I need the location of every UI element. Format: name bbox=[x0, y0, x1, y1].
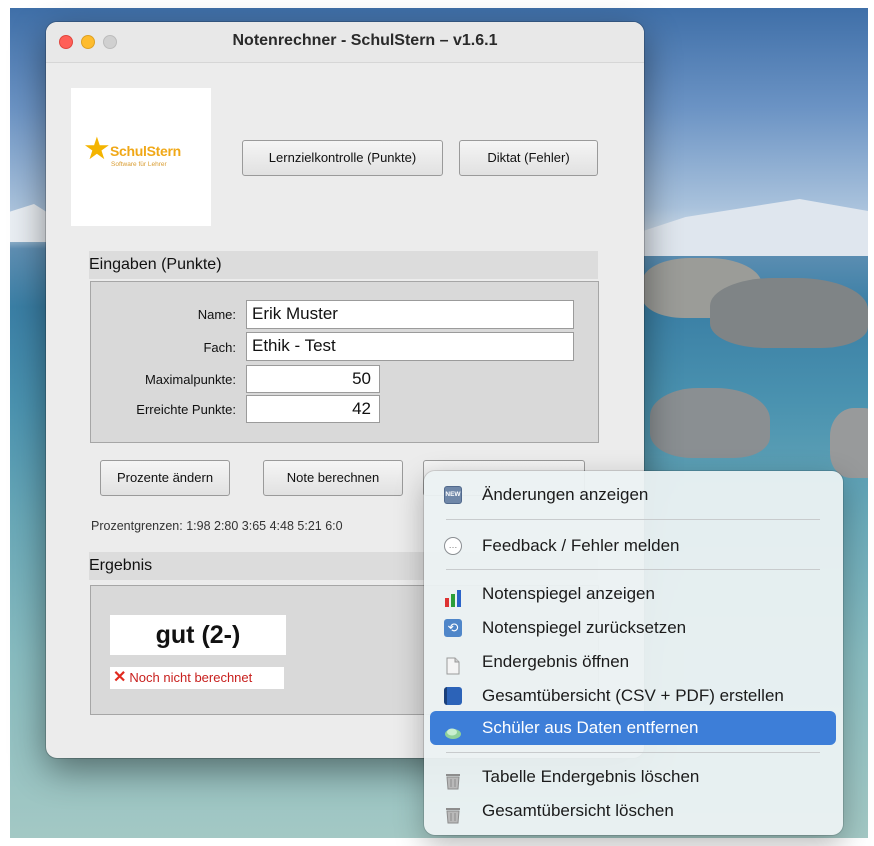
menu-item-schueler-entfernen[interactable]: Schüler aus Daten entfernen bbox=[430, 711, 836, 745]
menu-item-tabelle-loeschen[interactable]: Tabelle Endergebnis löschen bbox=[430, 760, 836, 794]
speech-bubble-icon: … bbox=[444, 537, 462, 555]
snow-mountain-right bbox=[640, 199, 868, 256]
eraser-icon bbox=[444, 719, 462, 739]
menu-item-feedback[interactable]: … Feedback / Fehler melden bbox=[430, 529, 836, 563]
schulstern-logo: ★ SchulStern Software für Lehrer bbox=[71, 88, 211, 226]
book-icon bbox=[444, 687, 462, 705]
menu-item-gesamtuebersicht-erstellen[interactable]: Gesamtübersicht (CSV + PDF) erstellen bbox=[430, 679, 836, 713]
document-icon bbox=[444, 653, 462, 675]
trash-icon bbox=[444, 802, 462, 824]
menu-separator bbox=[446, 752, 820, 753]
note-berechnen-button[interactable]: Note berechnen bbox=[263, 460, 403, 496]
fach-field[interactable]: Ethik - Test bbox=[246, 332, 574, 361]
rock bbox=[710, 278, 868, 348]
logo-brand: SchulStern bbox=[110, 143, 181, 159]
rock bbox=[650, 388, 770, 458]
prozentgrenzen-text: Prozentgrenzen: 1:98 2:80 3:65 4:48 5:21… bbox=[91, 519, 343, 533]
name-field[interactable]: Erik Muster bbox=[246, 300, 574, 329]
context-menu: NEW Änderungen anzeigen … Feedback / Feh… bbox=[424, 471, 843, 835]
diktat-button[interactable]: Diktat (Fehler) bbox=[459, 140, 598, 176]
menu-separator bbox=[446, 519, 820, 520]
eingaben-header: Eingaben (Punkte) bbox=[89, 251, 598, 279]
status-text: Noch nicht berechnet bbox=[129, 670, 253, 685]
cross-icon: ✕ bbox=[113, 669, 127, 686]
fach-label: Fach: bbox=[203, 340, 236, 355]
erreichte-punkte-field[interactable]: 42 bbox=[246, 395, 380, 423]
title-bar[interactable]: Notenrechner - SchulStern – v1.6.1 bbox=[46, 22, 644, 63]
trash-icon bbox=[444, 768, 462, 790]
erreichte-punkte-label: Erreichte Punkte: bbox=[136, 402, 236, 417]
menu-item-aenderungen[interactable]: NEW Änderungen anzeigen bbox=[430, 478, 836, 512]
name-label: Name: bbox=[197, 307, 236, 322]
rock bbox=[830, 408, 868, 478]
menu-separator bbox=[446, 569, 820, 570]
maximalpunkte-field[interactable]: 50 bbox=[246, 365, 380, 393]
bar-chart-icon bbox=[444, 585, 462, 607]
lernzielkontrolle-button[interactable]: Lernzielkontrolle (Punkte) bbox=[242, 140, 443, 176]
logo-tagline: Software für Lehrer bbox=[111, 161, 167, 168]
menu-item-notenspiegel-zuruecksetzen[interactable]: ⟲ Notenspiegel zurücksetzen bbox=[430, 611, 836, 645]
grade-result: gut (2-) bbox=[110, 615, 286, 655]
prozente-aendern-button[interactable]: Prozente ändern bbox=[100, 460, 230, 496]
window-title: Notenrechner - SchulStern – v1.6.1 bbox=[232, 32, 498, 49]
maximalpunkte-label: Maximalpunkte: bbox=[144, 372, 236, 387]
status-warning: ✕ Noch nicht berechnet bbox=[110, 667, 284, 689]
reset-arrows-icon: ⟲ bbox=[444, 619, 462, 637]
menu-item-notenspiegel-anzeigen[interactable]: Notenspiegel anzeigen bbox=[430, 577, 836, 611]
menu-item-gesamtuebersicht-loeschen[interactable]: Gesamtübersicht löschen bbox=[430, 794, 836, 828]
menu-item-endergebnis-oeffnen[interactable]: Endergebnis öffnen bbox=[430, 645, 836, 679]
new-badge-icon: NEW bbox=[444, 486, 462, 504]
star-icon: ★ bbox=[83, 131, 111, 166]
